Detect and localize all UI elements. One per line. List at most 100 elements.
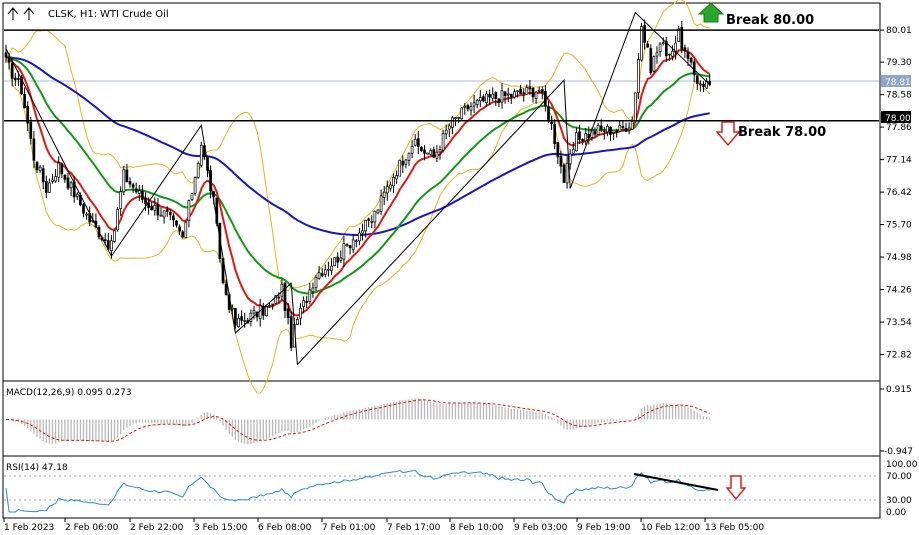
rsi-label: RSI(14) 47.18 [6, 463, 68, 473]
candle-body [348, 245, 352, 249]
candle-body [82, 204, 85, 214]
candle-body [640, 26, 643, 61]
candle-body [689, 57, 693, 63]
chart-description: WTI Crude Oil [100, 9, 169, 20]
candle-body [299, 307, 302, 319]
time-tick-label: 10 Feb 12:00 [641, 523, 700, 533]
candle-body [23, 94, 26, 109]
candle-body [196, 163, 200, 178]
candle-body [379, 195, 383, 212]
rsi-axis-0: 0.00 [886, 508, 906, 518]
candle-body [382, 191, 386, 198]
candle-body [69, 182, 73, 189]
candle-body [57, 162, 61, 178]
candle-body [119, 191, 123, 210]
candle-body [113, 230, 116, 242]
candle-body [48, 182, 51, 193]
candle-body [683, 47, 687, 52]
candle-body [392, 177, 395, 187]
candle-body [35, 161, 39, 170]
candle-body [668, 53, 671, 56]
candle-body [361, 230, 364, 234]
candle-body [671, 50, 674, 57]
candle-body [447, 125, 451, 130]
candle-body [234, 307, 237, 326]
candle-body [302, 300, 305, 307]
candle-body [339, 257, 343, 261]
candle-body [404, 159, 408, 165]
candle-body [305, 301, 309, 303]
break-down-label: Break 78.00 [738, 125, 826, 140]
candle-body [110, 240, 113, 251]
candle-body [435, 151, 439, 159]
candle-body [41, 168, 45, 183]
candle-body [385, 186, 389, 194]
candle-body [466, 105, 470, 110]
candle-body [485, 93, 488, 103]
time-tick-label: 7 Feb 01:00 [322, 523, 376, 533]
candle-body [522, 92, 526, 95]
chart-symbol: CLSK, H1: [48, 9, 97, 20]
candle-body [258, 305, 262, 319]
candle-body [85, 213, 88, 216]
candle-body [314, 277, 318, 289]
candle-body [354, 240, 358, 243]
candle-body [187, 200, 191, 222]
candle-body [661, 42, 665, 45]
candle-body [534, 91, 538, 99]
candle-body [463, 105, 467, 108]
candle-body [4, 52, 8, 58]
candle-body [336, 256, 340, 263]
candle-body [144, 197, 147, 204]
candle-body [537, 89, 541, 92]
price-tick-label: 74.98 [886, 253, 912, 263]
candle-body [265, 306, 268, 317]
candle-body [141, 190, 144, 200]
candle-body [367, 218, 371, 221]
candle-body [599, 125, 603, 130]
price-tick-label: 78.58 [886, 91, 912, 101]
rsi-axis-70: 70.00 [886, 472, 912, 482]
price-tick-label: 73.54 [886, 318, 912, 328]
candle-body [342, 243, 346, 260]
candle-body [60, 163, 64, 175]
candle-body [494, 92, 498, 99]
candle-body [457, 117, 460, 119]
candle-body [550, 121, 553, 125]
candle-body [184, 221, 188, 239]
candle-body [330, 265, 333, 272]
candle-body [615, 130, 619, 133]
candle-body [268, 305, 271, 307]
price-tick-label: 72.82 [886, 351, 912, 361]
macd-label: MACD(12,26,9) 0.095 0.273 [6, 388, 132, 398]
candle-body [128, 181, 132, 185]
candle-body [333, 257, 336, 267]
candle-body [398, 159, 402, 177]
time-tick-label: 13 Feb 05:00 [705, 523, 764, 533]
time-tick-label: 1 Feb 2023 [4, 523, 54, 533]
price-tick-label: 80.01 [886, 26, 912, 36]
candle-body [596, 124, 600, 135]
candle-body [491, 93, 495, 99]
candle-body [454, 117, 457, 120]
candle-body [416, 138, 420, 147]
candle-body [150, 205, 154, 211]
candle-body [506, 93, 510, 96]
candle-body [364, 219, 367, 232]
candle-body [134, 188, 138, 193]
candle-body [547, 106, 550, 122]
time-tick-label: 6 Feb 08:00 [258, 523, 312, 533]
candle-body [643, 25, 646, 43]
candle-body [320, 273, 324, 277]
time-tick-label: 2 Feb 22:00 [130, 523, 184, 533]
candle-body [156, 203, 160, 216]
macd-axis-top: 0.915 [886, 385, 912, 395]
candle-body [652, 56, 656, 72]
price-tick-label: 77.86 [886, 123, 912, 133]
candle-body [153, 205, 157, 211]
candle-body [178, 226, 181, 232]
candle-body [190, 193, 194, 200]
candle-body [575, 132, 578, 152]
candle-body [125, 169, 129, 183]
candle-body [531, 87, 535, 98]
